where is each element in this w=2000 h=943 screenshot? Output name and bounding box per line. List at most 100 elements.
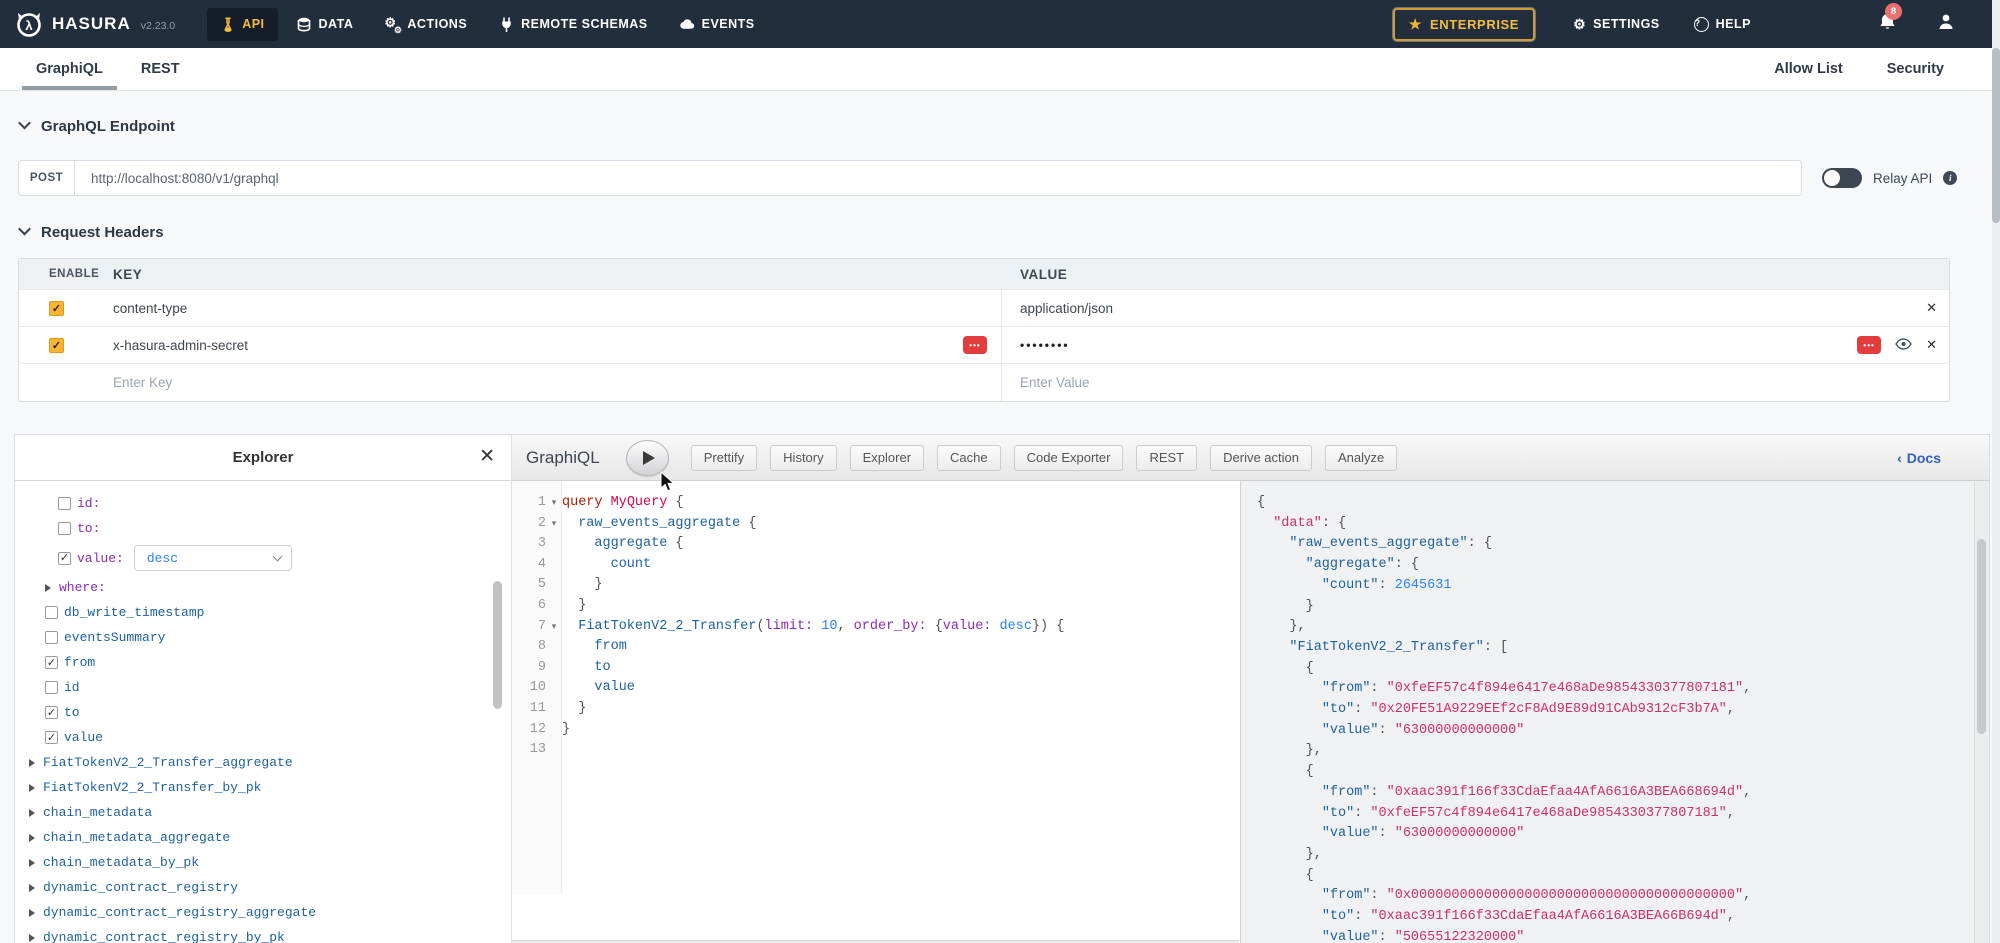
fold-arrow-icon[interactable]: ▾ [546,514,562,535]
line-number: 5 [512,575,546,596]
expand-arrow-icon[interactable] [29,859,35,867]
header-enable-checkbox[interactable]: ✓ [49,301,64,316]
expand-arrow-icon[interactable] [29,884,35,892]
info-icon[interactable]: i [1943,171,1957,185]
header-enable-checkbox[interactable]: ✓ [49,338,64,353]
relay-api-toggle[interactable] [1822,168,1862,188]
explorer-item-label[interactable]: where: [59,580,106,595]
request-headers-section-header[interactable]: Request Headers [20,224,164,241]
tab-graphiql[interactable]: GraphiQL [26,48,113,90]
explorer-item-label[interactable]: db_write_timestamp [64,605,204,620]
toolbar-button-derive-action[interactable]: Derive action [1210,445,1312,471]
explorer-item-label[interactable]: dynamic_contract_registry [43,880,238,895]
new-header-value-input[interactable]: Enter Value [1020,375,1090,390]
toolbar-button-prettify[interactable]: Prettify [691,445,757,471]
explorer-checkbox[interactable] [58,522,71,535]
explorer-item-label[interactable]: chain_metadata_aggregate [43,830,230,845]
explorer-item-label[interactable]: value [64,730,103,745]
hasura-logo[interactable]: λ HASURA v2.23.0 [14,9,175,39]
expand-arrow-icon[interactable] [29,834,35,842]
header-value-input[interactable]: application/json [1020,301,1113,316]
settings-button[interactable]: ⚙ SETTINGS [1573,16,1660,33]
fold-arrow-icon[interactable]: ▾ [546,493,562,514]
nav-item-api[interactable]: API [207,8,277,41]
allow-list-link[interactable]: Allow List [1774,61,1842,77]
explorer-item-label[interactable]: id: [77,496,100,511]
toolbar-button-code-exporter[interactable]: Code Exporter [1014,445,1124,471]
explorer-item-label[interactable]: from [64,655,95,670]
explorer-item-label[interactable]: dynamic_contract_registry_aggregate [43,905,316,920]
nav-item-actions[interactable]: ⚙⚙ACTIONS [372,8,480,41]
explorer-item-label[interactable]: FiatTokenV2_2_Transfer_aggregate [43,755,293,770]
eye-icon[interactable] [1895,338,1912,353]
response-line: "value": "50655122320000" [1257,928,1751,943]
explorer-checkbox[interactable] [58,497,71,510]
explorer-item-label[interactable]: value: [77,551,124,566]
expand-arrow-icon[interactable] [29,809,35,817]
explorer-item-label[interactable]: chain_metadata [43,805,152,820]
explorer-checkbox[interactable] [45,681,58,694]
explorer-item-label[interactable]: chain_metadata_by_pk [43,855,199,870]
endpoint-url-input[interactable]: http://localhost:8080/v1/graphql [75,161,1801,195]
new-header-key-input[interactable]: Enter Key [113,375,172,390]
toolbar-button-rest[interactable]: REST [1136,445,1197,471]
query-line: 12} [512,720,1239,741]
explorer-item-label[interactable]: dynamic_contract_registry_by_pk [43,930,285,943]
tab-rest[interactable]: REST [131,48,190,90]
toolbar-button-explorer[interactable]: Explorer [850,445,924,471]
query-line: 6 } [512,596,1239,617]
explorer-item-label[interactable]: eventsSummary [64,630,165,645]
nav-item-remote-schemas[interactable]: REMOTE SCHEMAS [486,8,660,41]
toolbar-button-history[interactable]: History [770,445,836,471]
database-icon [297,17,312,32]
explorer-checkbox[interactable]: ✓ [45,706,58,719]
query-line: 4 count [512,555,1239,576]
security-link[interactable]: Security [1887,61,1944,77]
notifications-button[interactable]: 8 [1879,12,1896,36]
remove-header-button[interactable]: ✕ [1926,338,1937,353]
response-scrollbar[interactable] [1977,539,1986,734]
nav-item-events[interactable]: EVENTS [667,8,768,41]
header-key-input[interactable]: x-hasura-admin-secret [113,338,248,353]
line-number: 1 [512,493,546,514]
response-line: "value": "63000000000000" [1257,824,1751,845]
toolbar-button-cache[interactable]: Cache [937,445,1001,471]
help-label: HELP [1716,17,1751,31]
explorer-item: id [15,675,511,700]
expand-arrow-icon[interactable] [29,759,35,767]
explorer-item-label[interactable]: FiatTokenV2_2_Transfer_by_pk [43,780,261,795]
remove-header-button[interactable]: ✕ [1926,301,1937,316]
explorer-item-label[interactable]: to [64,705,80,720]
graphql-endpoint-section-header[interactable]: GraphQL Endpoint [20,118,175,135]
query-editor[interactable]: 1▾query MyQuery {2▾ raw_events_aggregate… [512,481,1239,943]
explorer-item: chain_metadata [15,800,511,825]
header-value-input[interactable]: •••••••• [1020,338,1070,352]
toolbar-button-analyze[interactable]: Analyze [1325,445,1397,471]
close-icon[interactable]: ✕ [479,445,495,467]
explorer-checkbox[interactable] [45,606,58,619]
expand-arrow-icon[interactable] [45,584,51,592]
fold-gutter [546,678,562,699]
explorer-checkbox[interactable] [45,631,58,644]
order-by-select[interactable]: desc [134,545,292,571]
top-nav: λ HASURA v2.23.0 APIDATA⚙⚙ACTIONSREMOTE … [0,0,2000,48]
header-key-input[interactable]: content-type [113,301,187,316]
nav-item-data[interactable]: DATA [284,8,367,41]
help-button[interactable]: ? HELP [1694,17,1751,32]
explorer-checkbox[interactable]: ✓ [58,552,71,565]
expand-arrow-icon[interactable] [29,934,35,942]
expand-arrow-icon[interactable] [29,909,35,917]
explorer-checkbox[interactable]: ✓ [45,656,58,669]
expand-arrow-icon[interactable] [29,784,35,792]
explorer-item: to: [15,516,511,541]
docs-link[interactable]: ‹ Docs [1897,450,1941,466]
page-scrollbar[interactable] [1992,48,2000,223]
explorer-item-label[interactable]: id [64,680,80,695]
user-menu-button[interactable] [1938,13,1954,35]
explorer-checkbox[interactable]: ✓ [45,731,58,744]
graphiql-panel: Explorer ✕ id: to: ✓ value: desc where: db_wri… [14,434,1990,943]
fold-arrow-icon[interactable]: ▾ [546,617,562,638]
explorer-scrollbar[interactable] [493,581,502,709]
explorer-item-label[interactable]: to: [77,521,100,536]
enterprise-button[interactable]: ★ ENTERPRISE [1393,8,1535,41]
